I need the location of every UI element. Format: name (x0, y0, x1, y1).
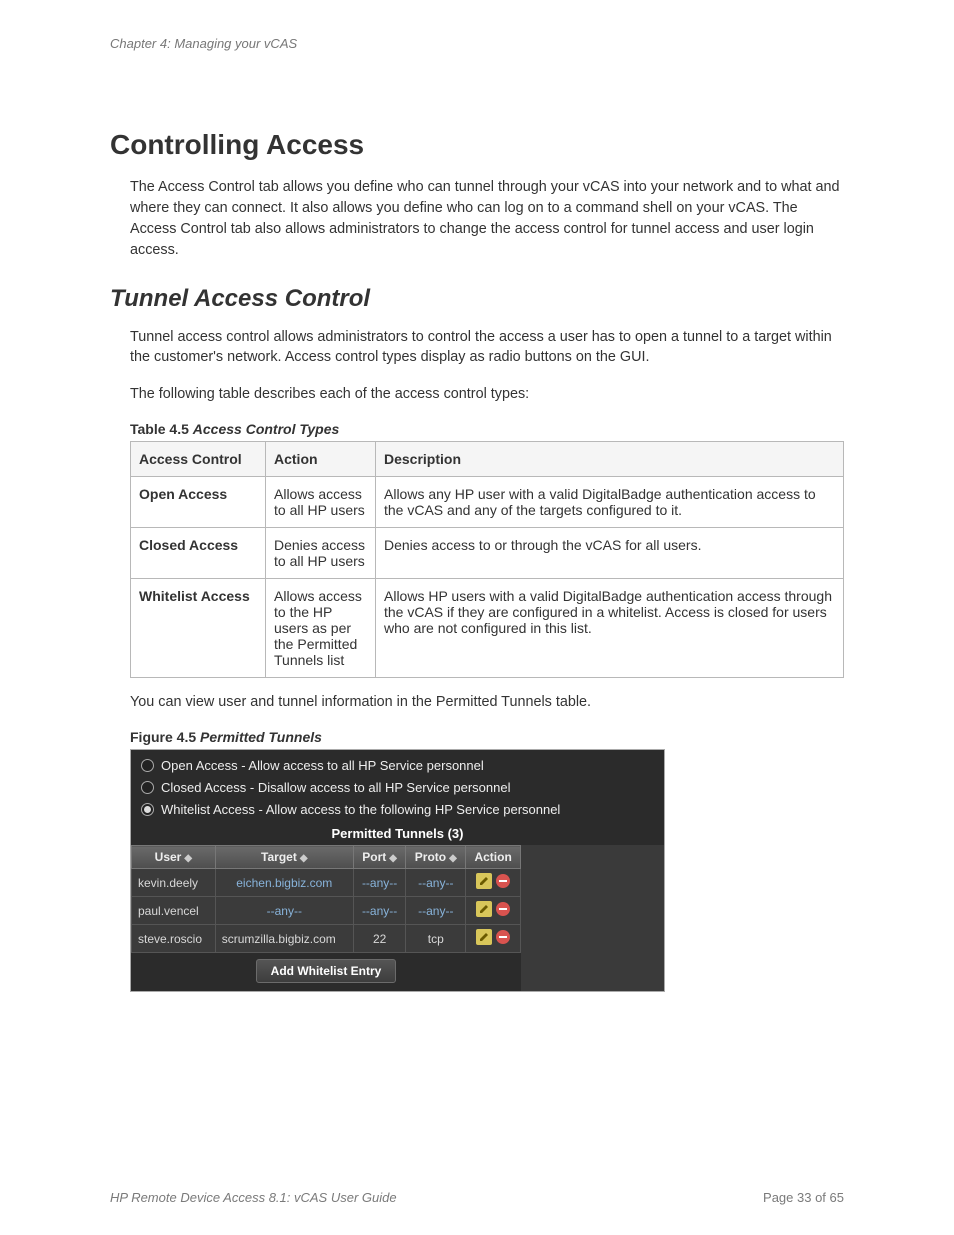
add-whitelist-entry-button[interactable]: Add Whitelist Entry (256, 959, 397, 983)
th-target[interactable]: Target◆ (215, 846, 353, 869)
figure-caption: Figure 4.5 Permitted Tunnels (130, 729, 844, 745)
radio-whitelist-access[interactable]: Whitelist Access - Allow access to the f… (137, 799, 658, 821)
sort-icon: ◆ (300, 853, 308, 864)
radio-label: Closed Access - Disallow access to all H… (161, 780, 510, 795)
permitted-tunnels-table: User◆ Target◆ Port◆ Proto◆ Action kevin.… (131, 845, 521, 953)
access-control-types-table: Access Control Action Description Open A… (130, 441, 844, 678)
edit-icon[interactable] (476, 929, 492, 945)
body-paragraph: The following table describes each of th… (130, 384, 844, 405)
delete-icon[interactable] (495, 929, 511, 945)
radio-closed-access[interactable]: Closed Access - Disallow access to all H… (137, 777, 658, 799)
edit-icon[interactable] (476, 873, 492, 889)
permitted-tunnels-title: Permitted Tunnels (3) (137, 821, 658, 845)
table-row: paul.vencel --any-- --any-- --any-- (132, 897, 521, 925)
footer-doc-title: HP Remote Device Access 8.1: vCAS User G… (110, 1190, 397, 1205)
sort-icon: ◆ (389, 853, 397, 864)
th-action: Action (466, 846, 521, 869)
table-row: Open Access Allows access to all HP user… (131, 477, 844, 528)
th-description: Description (376, 442, 844, 477)
radio-icon (141, 781, 154, 794)
radio-label: Whitelist Access - Allow access to the f… (161, 802, 560, 817)
delete-icon[interactable] (495, 873, 511, 889)
edit-icon[interactable] (476, 901, 492, 917)
th-action: Action (266, 442, 376, 477)
radio-icon (141, 803, 154, 816)
th-user[interactable]: User◆ (132, 846, 216, 869)
radio-open-access[interactable]: Open Access - Allow access to all HP Ser… (137, 755, 658, 777)
th-proto[interactable]: Proto◆ (406, 846, 466, 869)
table-row: kevin.deely eichen.bigbiz.com --any-- --… (132, 869, 521, 897)
body-paragraph: Tunnel access control allows administrat… (130, 327, 844, 369)
intro-paragraph: The Access Control tab allows you define… (130, 177, 844, 261)
table-row: steve.roscio scrumzilla.bigbiz.com 22 tc… (132, 925, 521, 953)
permitted-tunnels-figure: Open Access - Allow access to all HP Ser… (130, 749, 665, 992)
radio-label: Open Access - Allow access to all HP Ser… (161, 758, 484, 773)
table-row: Closed Access Denies access to all HP us… (131, 528, 844, 579)
section-heading: Controlling Access (110, 129, 844, 161)
th-port[interactable]: Port◆ (353, 846, 406, 869)
figure-empty-area (521, 845, 664, 991)
radio-icon (141, 759, 154, 772)
delete-icon[interactable] (495, 901, 511, 917)
th-access-control: Access Control (131, 442, 266, 477)
sort-icon: ◆ (449, 853, 457, 864)
footer-page-number: Page 33 of 65 (763, 1190, 844, 1205)
table-caption: Table 4.5 Access Control Types (130, 421, 844, 437)
subsection-heading: Tunnel Access Control (110, 285, 844, 313)
body-paragraph: You can view user and tunnel information… (130, 692, 844, 713)
chapter-header: Chapter 4: Managing your vCAS (110, 36, 844, 51)
sort-icon: ◆ (184, 853, 192, 864)
table-row: Whitelist Access Allows access to the HP… (131, 579, 844, 678)
